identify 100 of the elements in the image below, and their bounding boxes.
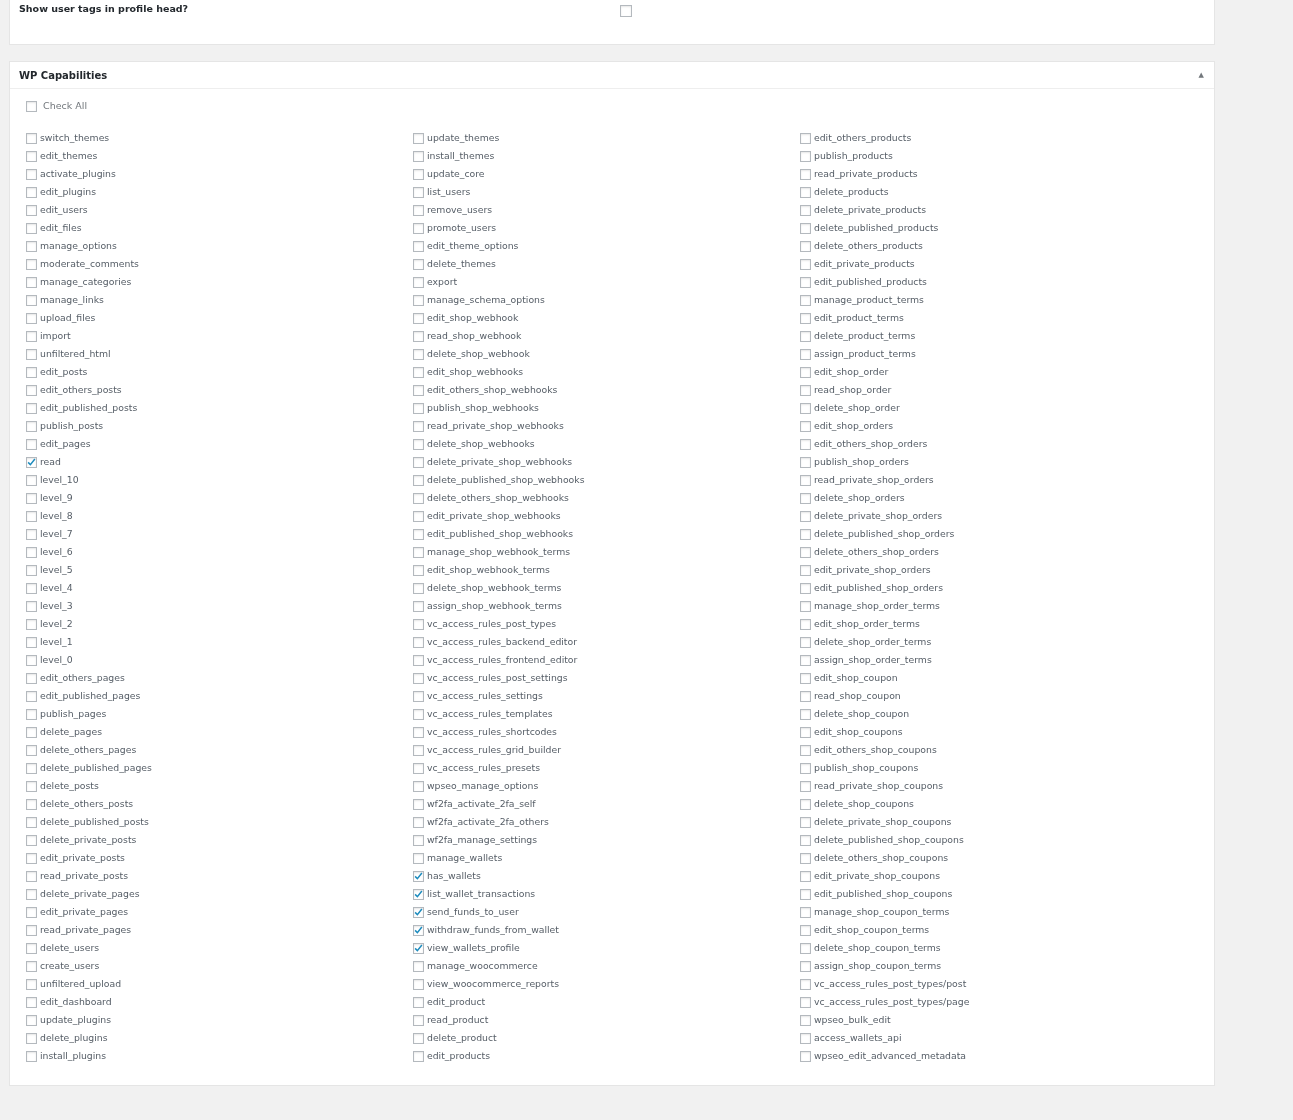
checkbox[interactable] xyxy=(800,528,811,540)
checkbox[interactable] xyxy=(413,636,424,648)
checkbox[interactable] xyxy=(413,708,424,720)
checkbox[interactable] xyxy=(26,852,37,864)
checkbox[interactable] xyxy=(800,906,811,918)
checkbox[interactable] xyxy=(26,330,37,342)
checkbox[interactable] xyxy=(800,276,811,288)
checkbox[interactable] xyxy=(413,474,424,486)
checkbox[interactable] xyxy=(413,690,424,702)
checkbox[interactable] xyxy=(800,438,811,450)
checkbox[interactable] xyxy=(800,852,811,864)
checkbox[interactable] xyxy=(26,618,37,630)
checkbox[interactable] xyxy=(26,744,37,756)
checkbox[interactable] xyxy=(413,996,424,1008)
checkbox[interactable] xyxy=(800,204,811,216)
checkbox[interactable] xyxy=(413,924,424,936)
checkbox[interactable] xyxy=(800,978,811,990)
checkbox[interactable] xyxy=(26,708,37,720)
checkbox[interactable] xyxy=(800,294,811,306)
checkbox[interactable] xyxy=(26,870,37,882)
checkbox[interactable] xyxy=(26,474,37,486)
checkbox[interactable] xyxy=(26,402,37,414)
checkbox[interactable] xyxy=(26,240,37,252)
checkbox[interactable] xyxy=(413,942,424,954)
checkbox[interactable] xyxy=(26,456,37,468)
checkbox[interactable] xyxy=(800,888,811,900)
checkbox[interactable] xyxy=(800,492,811,504)
checkbox[interactable] xyxy=(413,744,424,756)
checkbox[interactable] xyxy=(26,654,37,666)
checkbox[interactable] xyxy=(800,1032,811,1044)
checkbox[interactable] xyxy=(413,654,424,666)
checkbox[interactable] xyxy=(26,294,37,306)
checkbox[interactable] xyxy=(800,798,811,810)
checkbox[interactable] xyxy=(413,132,424,144)
checkbox[interactable] xyxy=(800,942,811,954)
checkbox[interactable] xyxy=(26,384,37,396)
checkbox[interactable] xyxy=(800,456,811,468)
checkbox[interactable] xyxy=(413,150,424,162)
checkbox[interactable] xyxy=(26,420,37,432)
checkbox[interactable] xyxy=(26,978,37,990)
checkbox[interactable] xyxy=(800,240,811,252)
checkbox[interactable] xyxy=(26,366,37,378)
checkbox[interactable] xyxy=(413,222,424,234)
checkbox[interactable] xyxy=(413,852,424,864)
checkbox[interactable] xyxy=(413,420,424,432)
checkbox[interactable] xyxy=(26,780,37,792)
checkbox[interactable] xyxy=(26,762,37,774)
checkbox[interactable] xyxy=(26,186,37,198)
checkbox[interactable] xyxy=(26,1032,37,1044)
checkbox[interactable] xyxy=(800,870,811,882)
checkbox[interactable] xyxy=(26,510,37,522)
checkbox[interactable] xyxy=(800,186,811,198)
checkbox[interactable] xyxy=(26,132,37,144)
checkbox[interactable] xyxy=(800,996,811,1008)
checkbox[interactable] xyxy=(800,780,811,792)
checkbox[interactable] xyxy=(413,258,424,270)
checkbox[interactable] xyxy=(800,222,811,234)
checkbox[interactable] xyxy=(413,546,424,558)
checkbox[interactable] xyxy=(800,690,811,702)
checkbox[interactable] xyxy=(26,528,37,540)
checkbox[interactable] xyxy=(800,1050,811,1062)
checkbox[interactable] xyxy=(413,762,424,774)
checkbox[interactable] xyxy=(800,636,811,648)
checkbox[interactable] xyxy=(26,690,37,702)
checkbox[interactable] xyxy=(413,204,424,216)
checkbox[interactable] xyxy=(800,960,811,972)
checkbox[interactable] xyxy=(26,1014,37,1026)
checkbox[interactable] xyxy=(413,402,424,414)
checkbox[interactable] xyxy=(800,258,811,270)
checkbox[interactable] xyxy=(26,636,37,648)
checkbox[interactable] xyxy=(413,564,424,576)
checkbox[interactable] xyxy=(413,456,424,468)
checkbox[interactable] xyxy=(800,420,811,432)
checkbox[interactable] xyxy=(413,492,424,504)
checkbox[interactable] xyxy=(800,348,811,360)
checkbox[interactable] xyxy=(413,978,424,990)
checkbox[interactable] xyxy=(800,708,811,720)
checkbox[interactable] xyxy=(413,510,424,522)
checkbox[interactable] xyxy=(800,510,811,522)
checkbox[interactable] xyxy=(26,438,37,450)
checkbox[interactable] xyxy=(800,924,811,936)
checkbox[interactable] xyxy=(800,600,811,612)
checkbox[interactable] xyxy=(413,1032,424,1044)
checkbox[interactable] xyxy=(413,330,424,342)
checkbox[interactable] xyxy=(26,276,37,288)
checkbox[interactable] xyxy=(26,348,37,360)
checkbox[interactable] xyxy=(413,906,424,918)
checkbox[interactable] xyxy=(26,564,37,576)
checkbox[interactable] xyxy=(800,168,811,180)
checkbox[interactable] xyxy=(26,906,37,918)
checkbox[interactable] xyxy=(800,402,811,414)
checkbox[interactable] xyxy=(26,924,37,936)
checkbox[interactable] xyxy=(413,816,424,828)
checkbox[interactable] xyxy=(413,240,424,252)
checkbox[interactable] xyxy=(413,672,424,684)
checkbox[interactable] xyxy=(413,348,424,360)
checkbox[interactable] xyxy=(26,546,37,558)
checkbox[interactable] xyxy=(413,798,424,810)
checkbox[interactable] xyxy=(413,780,424,792)
checkbox[interactable] xyxy=(26,204,37,216)
